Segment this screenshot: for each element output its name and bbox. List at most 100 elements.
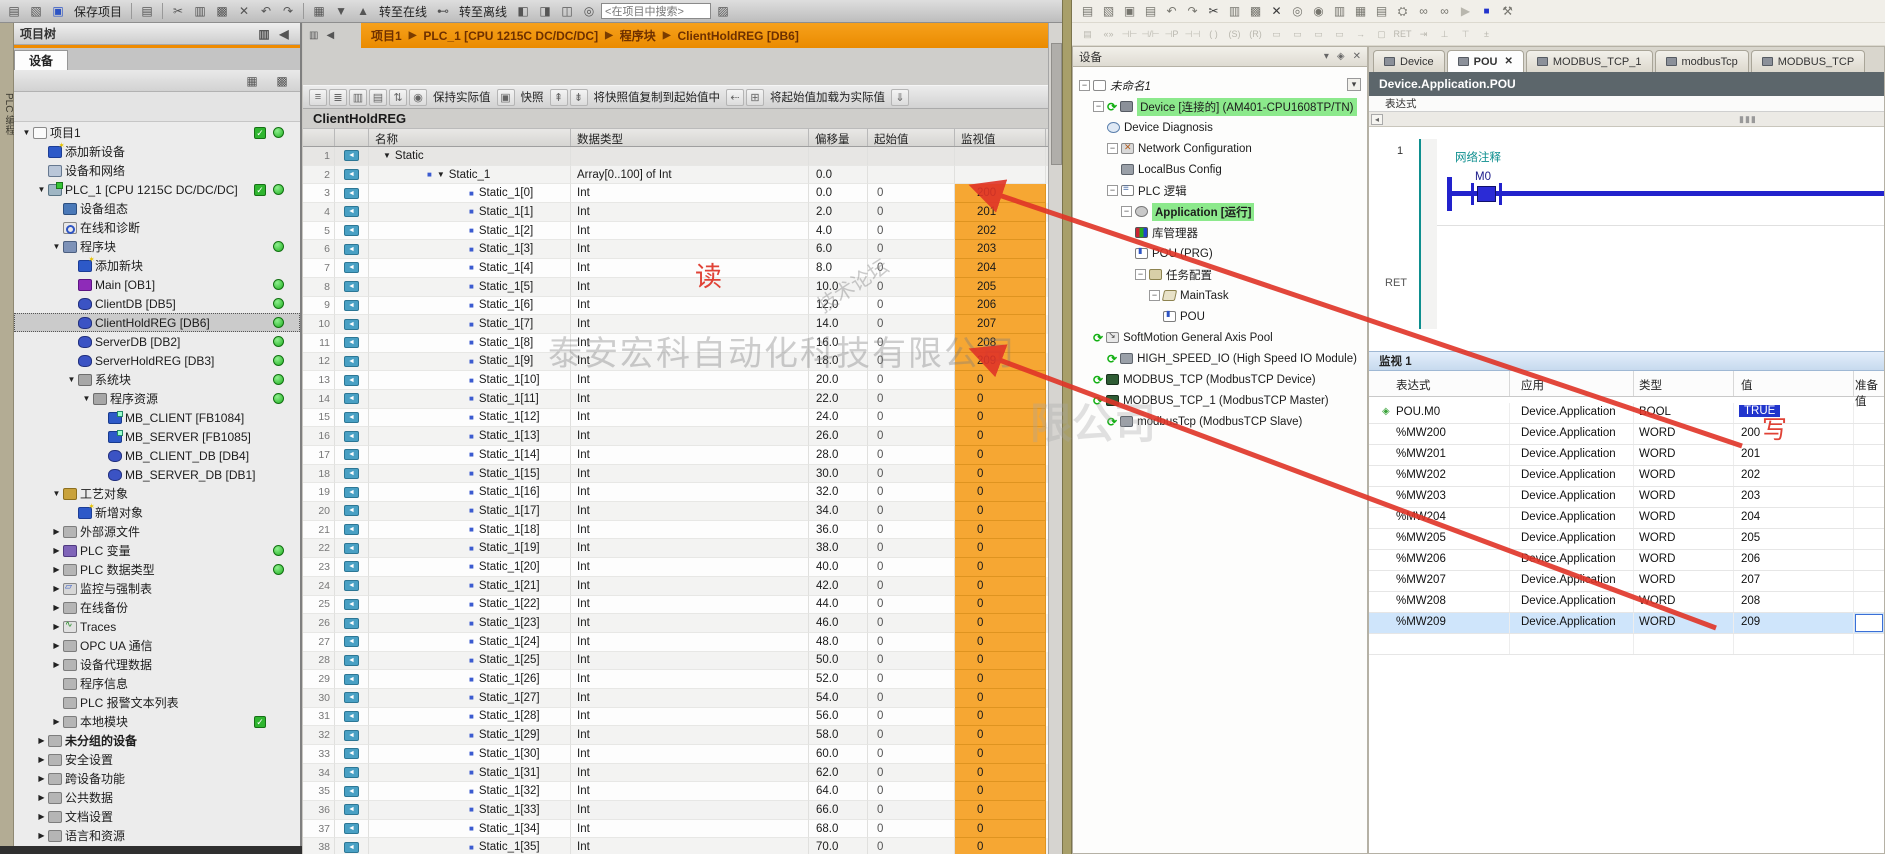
watch-value[interactable]: 205 bbox=[1741, 532, 1760, 544]
expander-icon[interactable]: ▶ bbox=[35, 793, 48, 802]
watch-row[interactable]: %MW201Device.ApplicationWORD201 bbox=[1369, 445, 1884, 466]
variable-name[interactable]: Static_1[0] bbox=[479, 187, 533, 199]
copy-icon[interactable]: ▥ bbox=[190, 2, 210, 20]
variable-name[interactable]: Static_1[9] bbox=[479, 355, 533, 367]
tree-item[interactable]: MB_SERVER_DB [DB1] bbox=[14, 465, 300, 484]
redo-icon[interactable]: ↷ bbox=[1183, 2, 1202, 20]
cut-icon[interactable]: ✂ bbox=[1204, 2, 1223, 20]
tree-item[interactable]: 程序信息 bbox=[14, 674, 300, 693]
watch-value[interactable]: 208 bbox=[1741, 595, 1760, 607]
db-table-row[interactable]: 31◄■Static_1[28]Int56.000 bbox=[303, 708, 1048, 727]
open-project-icon[interactable]: ▧ bbox=[26, 2, 46, 20]
paste-icon[interactable]: ▩ bbox=[1246, 2, 1265, 20]
variable-name[interactable]: Static_1 bbox=[449, 169, 491, 181]
new-icon[interactable]: ▤ bbox=[1078, 2, 1097, 20]
close-icon[interactable]: ✕ bbox=[1353, 51, 1361, 62]
delete-icon[interactable]: ✕ bbox=[1267, 2, 1286, 20]
device-tree-item[interactable]: POU (PRG) bbox=[1073, 243, 1367, 264]
db-table-row[interactable]: 17◄■Static_1[14]Int28.000 bbox=[303, 446, 1048, 465]
db-vertical-scrollbar[interactable] bbox=[1048, 23, 1062, 854]
edit-values-icon[interactable]: ▤ bbox=[369, 89, 387, 106]
tree-item[interactable]: PLC 报警文本列表 bbox=[14, 693, 300, 712]
contact-true-fill[interactable] bbox=[1477, 186, 1496, 202]
expander-icon[interactable]: ▶ bbox=[35, 774, 48, 783]
variable-name[interactable]: Static_1[6] bbox=[479, 299, 533, 311]
load-start-icon[interactable]: ⇠ bbox=[726, 89, 744, 106]
tree-item[interactable]: 在线和诊断 bbox=[14, 218, 300, 237]
ladder-editor[interactable]: 1 网络注释 M0 RET bbox=[1369, 127, 1884, 351]
db-table-row[interactable]: 19◄■Static_1[16]Int32.000 bbox=[303, 483, 1048, 502]
load-start-values-button[interactable]: 将起始值加载为实际值 bbox=[770, 89, 885, 105]
copy-snapshot-down-icon[interactable]: ⇟ bbox=[570, 89, 588, 106]
variable-name[interactable]: Static_1[15] bbox=[479, 468, 540, 480]
tree-item[interactable]: ▼系统块 bbox=[14, 370, 300, 389]
device-tree-item[interactable]: −⟳Device [连接的] (AM401-CPU1608TP/TN) bbox=[1073, 96, 1367, 117]
expander-icon[interactable]: − bbox=[1149, 290, 1160, 301]
expander-icon[interactable]: − bbox=[1107, 143, 1118, 154]
variable-name[interactable]: Static_1[29] bbox=[479, 729, 540, 741]
expander-icon[interactable]: − bbox=[1107, 185, 1118, 196]
column-header[interactable]: 数据类型 bbox=[571, 129, 809, 146]
tree-item[interactable]: ▼程序资源 bbox=[14, 389, 300, 408]
expander-icon[interactable]: ▼ bbox=[80, 394, 93, 403]
watch-row[interactable]: %MW207Device.ApplicationWORD207 bbox=[1369, 571, 1884, 592]
device-tree-item[interactable]: ⟳HIGH_SPEED_IO (High Speed IO Module) bbox=[1073, 348, 1367, 369]
lock-icon[interactable]: ▣ bbox=[497, 89, 515, 106]
expander-icon[interactable]: ▶ bbox=[50, 660, 63, 669]
tree-item[interactable]: ServerDB [DB2] bbox=[14, 332, 300, 351]
ncontact-icon[interactable]: ⊣/⊢ bbox=[1141, 25, 1160, 43]
snapshot-button[interactable]: 快照 bbox=[521, 89, 544, 105]
breadcrumb-segment[interactable]: ClientHoldREG [DB6] bbox=[678, 29, 799, 43]
expander-icon[interactable]: ▼ bbox=[383, 151, 391, 160]
db-table-row[interactable]: 20◄■Static_1[17]Int34.000 bbox=[303, 502, 1048, 521]
tools-icon[interactable]: ⚒ bbox=[1498, 2, 1517, 20]
tree-item[interactable]: MB_CLIENT [FB1084] bbox=[14, 408, 300, 427]
watch-value[interactable]: 201 bbox=[1741, 448, 1760, 460]
outline-icon[interactable]: ▥ bbox=[309, 30, 318, 41]
jump-icon[interactable]: ⇥ bbox=[1414, 25, 1433, 43]
watch-row[interactable]: %MW205Device.ApplicationWORD205 bbox=[1369, 529, 1884, 550]
expander-icon[interactable]: ▶ bbox=[50, 717, 63, 726]
tree-item[interactable]: ▼程序块 bbox=[14, 237, 300, 256]
watch-row[interactable]: %MW206Device.ApplicationWORD206 bbox=[1369, 550, 1884, 571]
watch-row[interactable]: %MW209Device.ApplicationWORD209 bbox=[1369, 613, 1884, 634]
div1-icon[interactable]: ⊥ bbox=[1435, 25, 1454, 43]
tree-item[interactable]: ▼项目1✓ bbox=[14, 123, 300, 142]
watch-column-header[interactable]: 应用 bbox=[1521, 377, 1544, 393]
column-header[interactable]: 起始值 bbox=[868, 129, 955, 146]
device-tree-item[interactable]: POU bbox=[1073, 306, 1367, 327]
device-tree-item[interactable]: −任务配置 bbox=[1073, 264, 1367, 285]
device-tree-item[interactable]: ⟳SoftMotion General Axis Pool bbox=[1073, 327, 1367, 348]
tree-item[interactable]: ▶跨设备功能 bbox=[14, 769, 300, 788]
save-icon[interactable]: ▣ bbox=[1120, 2, 1139, 20]
db-table-row[interactable]: 23◄■Static_1[20]Int40.000 bbox=[303, 558, 1048, 577]
download-to-device-icon[interactable]: ▼ bbox=[331, 2, 351, 20]
variable-name[interactable]: Static_1[30] bbox=[479, 748, 540, 760]
column-header[interactable]: 监视值 bbox=[955, 129, 1046, 146]
db-table-row[interactable]: 38◄■Static_1[35]Int70.000 bbox=[303, 838, 1048, 854]
expander-icon[interactable]: ▼ bbox=[65, 375, 78, 384]
variable-name[interactable]: Static_1[14] bbox=[479, 449, 540, 461]
device-tree-item[interactable]: −MainTask bbox=[1073, 285, 1367, 306]
db-table-row[interactable]: 12◄■Static_1[9]Int18.00209 bbox=[303, 353, 1048, 372]
db-table-row[interactable]: 18◄■Static_1[15]Int30.000 bbox=[303, 465, 1048, 484]
tree-item[interactable]: MB_CLIENT_DB [DB4] bbox=[14, 446, 300, 465]
tree-item[interactable]: ClientDB [DB5] bbox=[14, 294, 300, 313]
db-table-row[interactable]: 8◄■Static_1[5]Int10.00205 bbox=[303, 278, 1048, 297]
expand-all-icon[interactable]: ⊞ bbox=[746, 89, 764, 106]
copy-snapshot-button[interactable]: 将快照值复制到起始值中 bbox=[594, 89, 721, 105]
tree-item[interactable]: MB_SERVER [FB1085] bbox=[14, 427, 300, 446]
device-tree-item[interactable]: LocalBus Config bbox=[1073, 159, 1367, 180]
tree-item[interactable]: ▶PLC 变量 bbox=[14, 541, 300, 560]
gears-icon[interactable]: ∞ bbox=[1414, 2, 1433, 20]
list-view-icon[interactable]: ▩ bbox=[272, 72, 292, 90]
grid-icon[interactable]: ▦ bbox=[1351, 2, 1370, 20]
watch-row[interactable]: %MW200Device.ApplicationWORD200 bbox=[1369, 424, 1884, 445]
expander-icon[interactable]: ▶ bbox=[50, 546, 63, 555]
device-combo-icon[interactable]: ▾ bbox=[1347, 78, 1361, 91]
keep-actual-values-button[interactable]: 保持实际值 bbox=[433, 89, 491, 105]
variable-name[interactable]: Static_1[3] bbox=[479, 243, 533, 255]
variable-name[interactable]: Static_1[18] bbox=[479, 524, 540, 536]
device-tree-item[interactable]: Device Diagnosis bbox=[1073, 117, 1367, 138]
watch-value[interactable]: 204 bbox=[1741, 511, 1760, 523]
